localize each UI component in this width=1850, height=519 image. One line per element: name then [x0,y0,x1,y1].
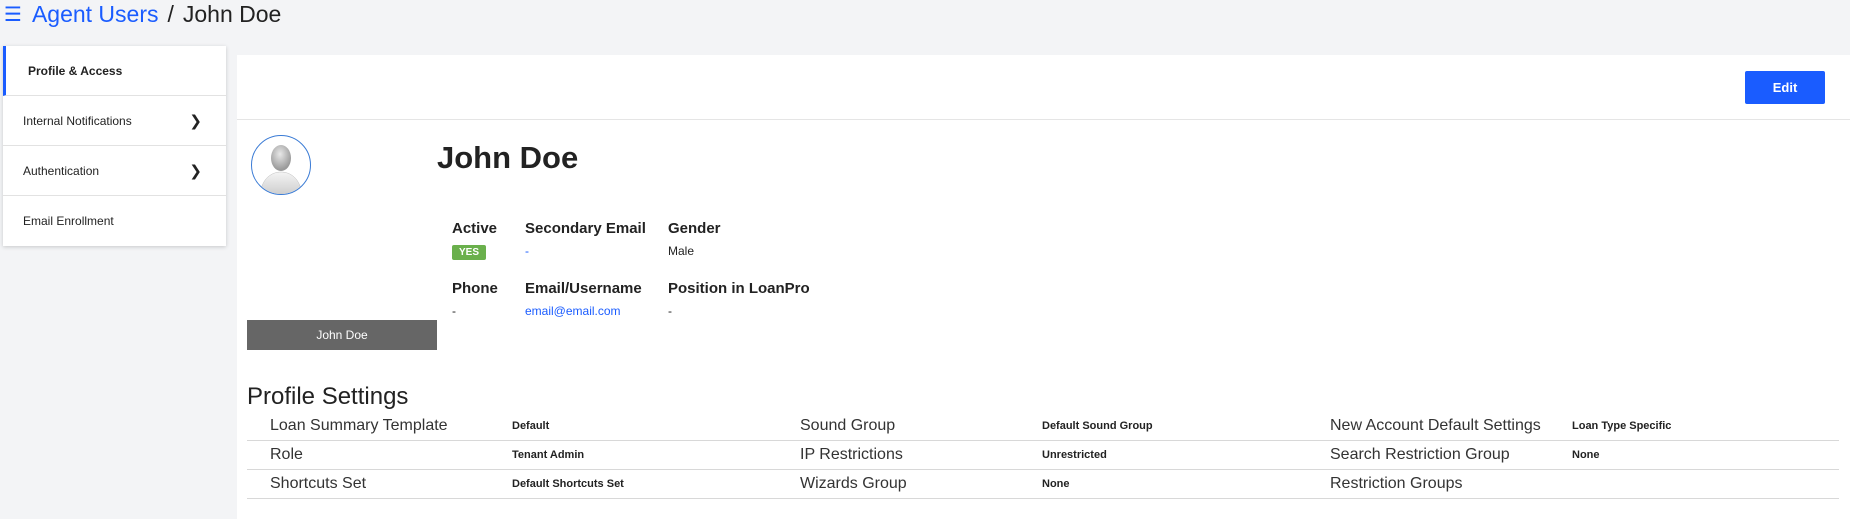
phone-value: - [452,304,456,318]
gender-value: Male [668,244,695,258]
breadcrumb: ☰ Agent Users / John Doe [4,0,281,28]
setting-label: Wizards Group [800,475,907,492]
field-label: Email/Username [525,280,642,297]
sidenav-item-profile-access[interactable]: Profile & Access [3,46,226,96]
user-avatar-icon [259,145,303,194]
settings-cell: Shortcuts Set Default Shortcuts Set [247,475,777,493]
panel-header: Edit [237,55,1850,120]
profile-settings-title: Profile Settings [247,383,409,410]
field-phone: Phone - [452,280,498,318]
field-position: Position in LoanPro - [668,280,810,318]
breadcrumb-agent-users-link[interactable]: Agent Users [32,1,159,28]
field-label: Gender [668,220,721,237]
setting-label: IP Restrictions [800,446,903,463]
field-label: Position in LoanPro [668,280,810,297]
field-label: Active [452,220,498,237]
setting-value: Tenant Admin [512,449,585,461]
setting-label: Loan Summary Template [270,417,448,434]
position-value: - [668,304,672,318]
settings-cell: Restriction Groups [1307,475,1837,493]
settings-cell: Wizards Group None [777,475,1307,493]
chevron-right-icon: ❯ [189,112,202,130]
field-secondary-email: Secondary Email - [525,220,646,258]
email-value[interactable]: email@email.com [525,304,642,318]
setting-label: Sound Group [800,417,896,434]
setting-value: Default Shortcuts Set [512,478,624,490]
secondary-email-value: - [525,244,529,258]
chevron-right-icon: ❯ [189,162,202,180]
setting-label: Restriction Groups [1330,475,1463,492]
sidenav-item-email-enrollment[interactable]: Email Enrollment [3,196,226,246]
setting-value: Default Sound Group [1042,420,1153,432]
avatar-name-bar: John Doe [247,320,437,350]
hamburger-icon[interactable]: ☰ [4,2,22,27]
profile-settings-table: Loan Summary Template Default Sound Grou… [247,412,1839,499]
sidenav-item-label: Email Enrollment [23,214,114,228]
settings-row: Loan Summary Template Default Sound Grou… [247,412,1839,441]
profile-sidenav: Profile & Access Internal Notifications … [3,46,226,246]
field-gender: Gender Male [668,220,721,258]
setting-label: Shortcuts Set [270,475,367,492]
setting-value: Loan Type Specific [1572,420,1672,432]
sidenav-item-label: Internal Notifications [23,113,132,128]
field-email: Email/Username email@email.com [525,280,642,318]
profile-panel: Edit John Doe John Doe Active YES Second… [237,55,1850,519]
setting-label: Search Restriction Group [1330,446,1510,463]
field-label: Secondary Email [525,220,646,237]
sidenav-item-label: Profile & Access [28,63,123,78]
breadcrumb-current: John Doe [182,0,282,27]
setting-value: Unrestricted [1042,449,1107,461]
settings-cell: Sound Group Default Sound Group [777,417,1307,435]
user-name-title: John Doe [437,140,579,175]
settings-cell: Role Tenant Admin [247,446,777,464]
setting-value: None [1572,449,1600,461]
setting-label: Role [270,446,303,463]
sidenav-item-label: Authentication [23,163,100,178]
field-label: Phone [452,280,498,297]
edit-button[interactable]: Edit [1745,71,1825,104]
field-active: Active YES [452,220,497,260]
setting-value: Default [512,420,550,432]
setting-value: None [1042,478,1070,490]
settings-cell: Loan Summary Template Default [247,417,777,435]
active-status-badge: YES [452,245,487,260]
settings-cell: New Account Default Settings Loan Type S… [1307,417,1837,435]
settings-row: Role Tenant Admin IP Restrictions Unrest… [247,441,1839,470]
settings-cell: Search Restriction Group None [1307,446,1837,464]
setting-label: New Account Default Settings [1330,417,1541,434]
sidenav-item-authentication[interactable]: Authentication ❯ [3,146,226,196]
breadcrumb-separator: / [167,0,174,27]
sidenav-item-internal-notifications[interactable]: Internal Notifications ❯ [3,96,226,146]
settings-cell: IP Restrictions Unrestricted [777,446,1307,464]
avatar [251,135,311,195]
settings-row: Shortcuts Set Default Shortcuts Set Wiza… [247,470,1839,499]
